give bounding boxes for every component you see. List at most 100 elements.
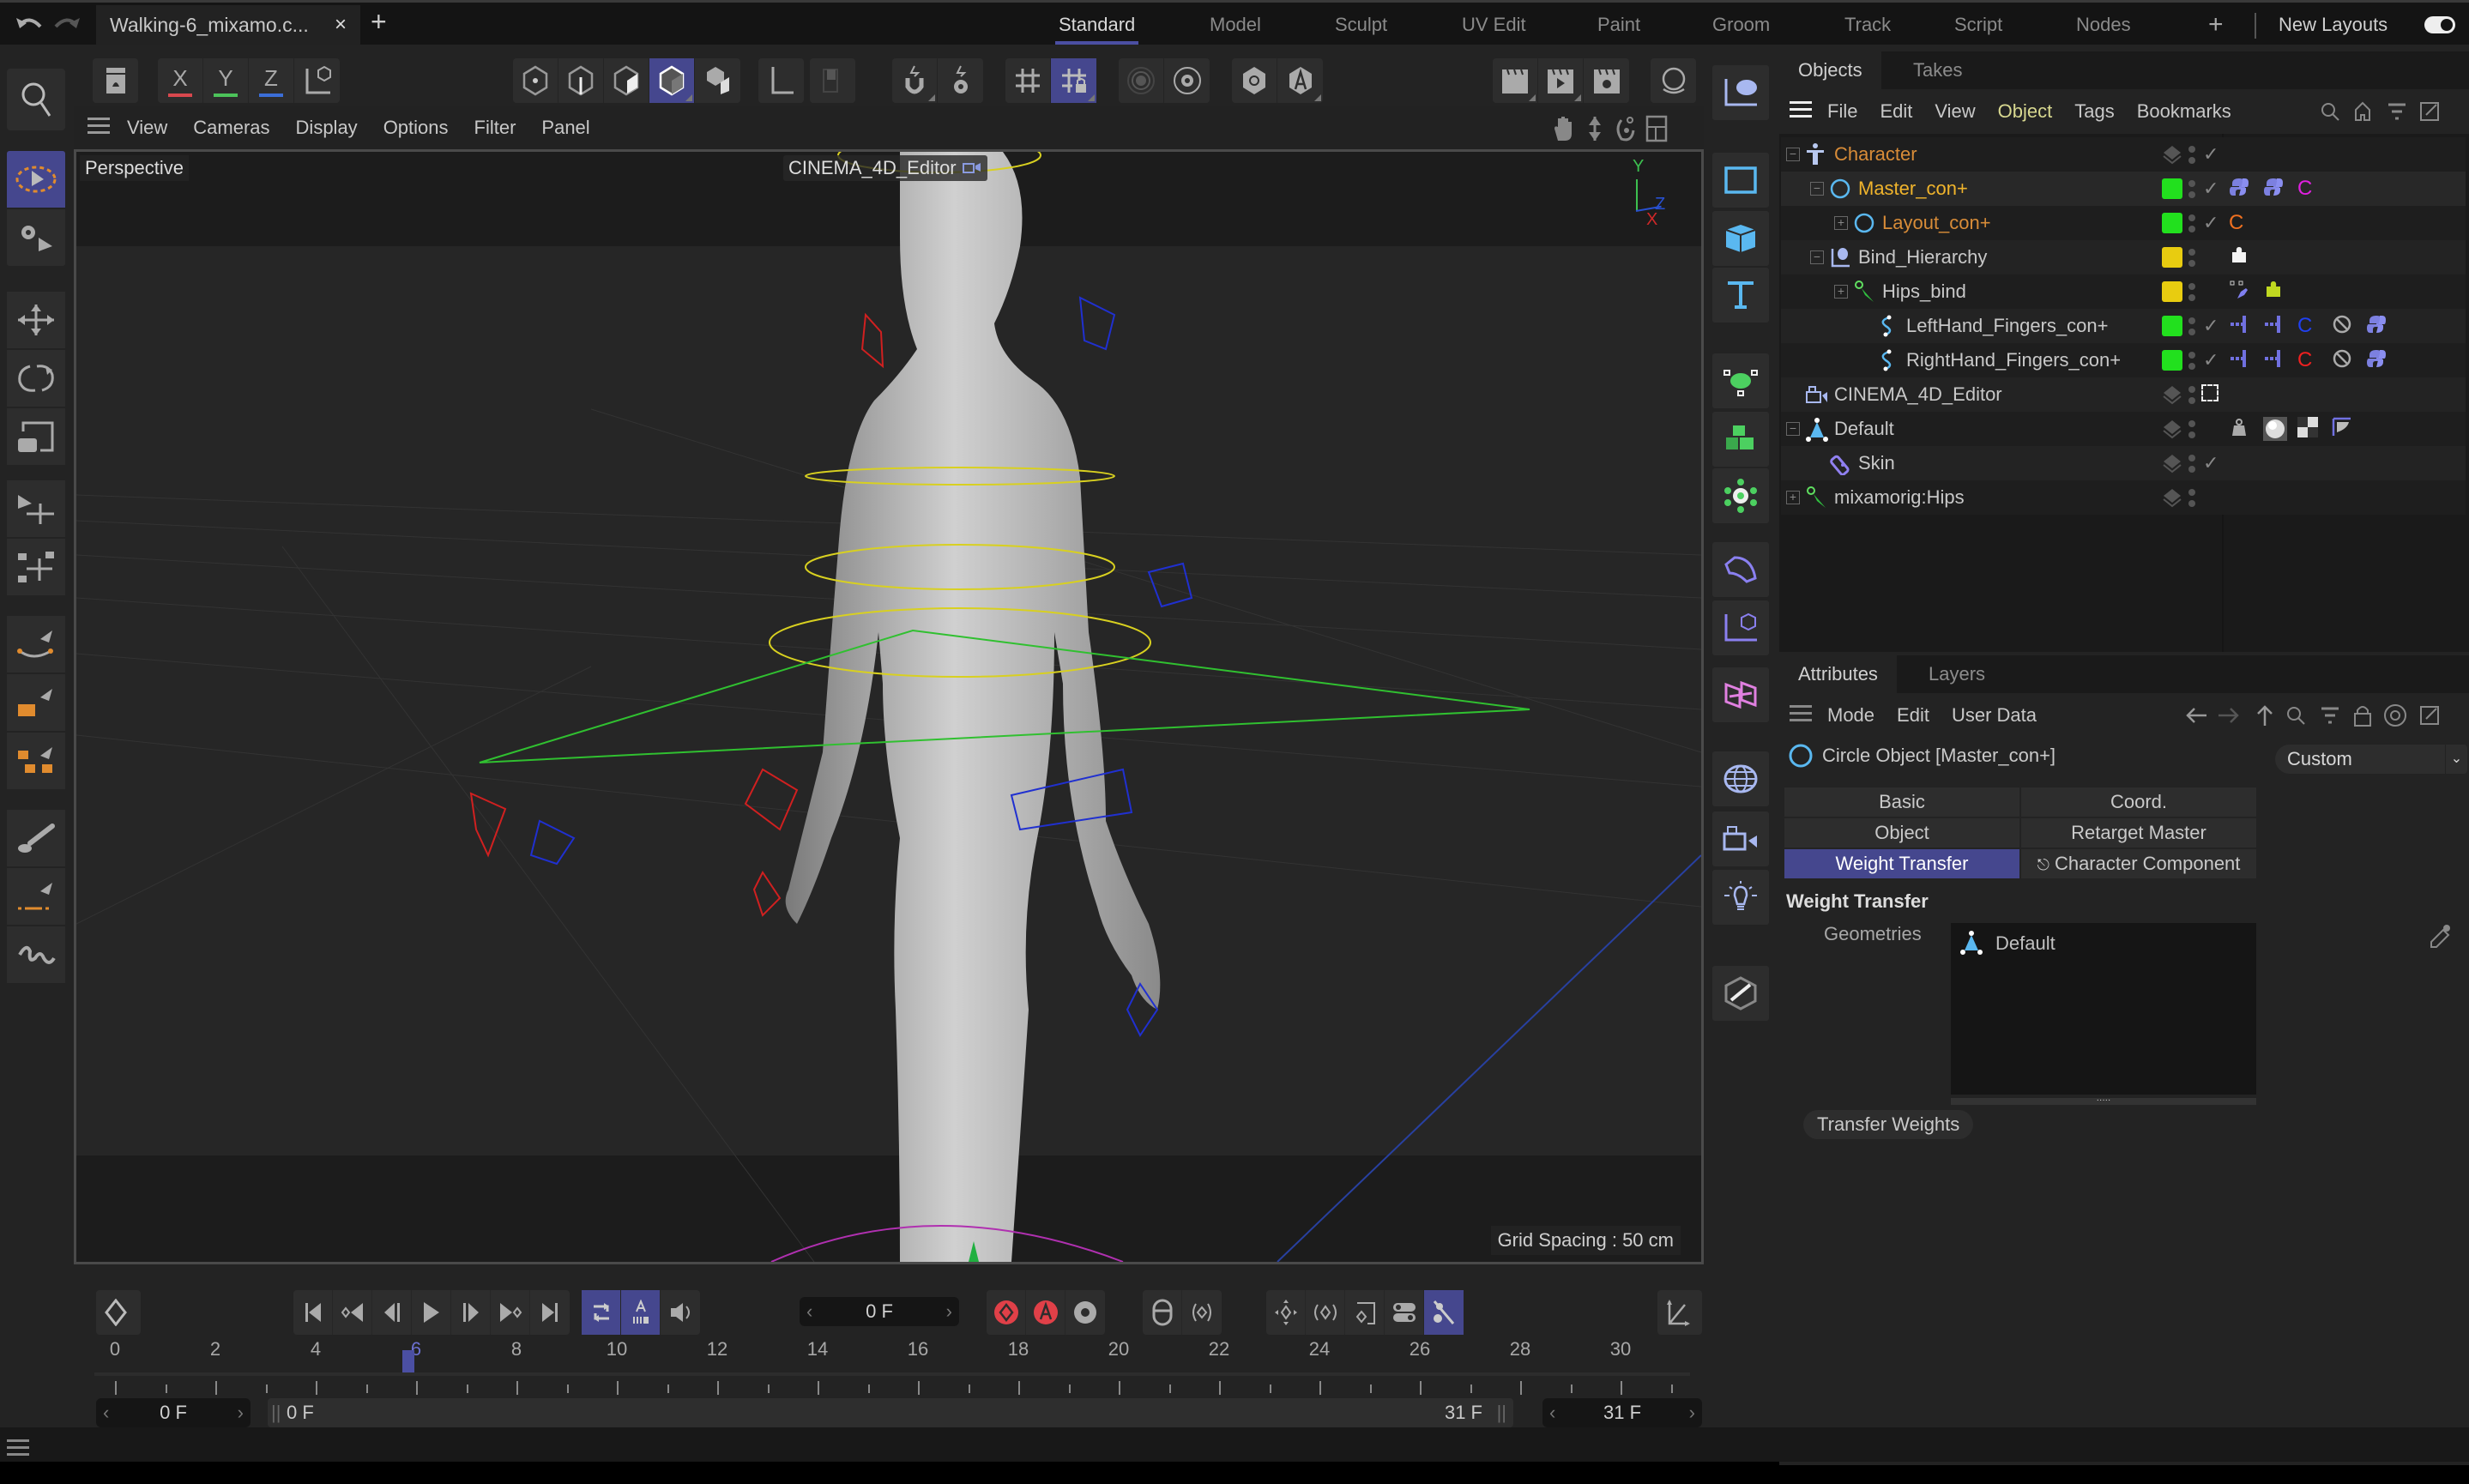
pan-view-icon[interactable] <box>1553 115 1575 148</box>
viewport-menu-options[interactable]: Options <box>383 117 449 139</box>
solo-settings-button[interactable] <box>1164 58 1210 103</box>
view-history-button[interactable] <box>93 58 138 103</box>
object-name[interactable]: Default <box>1834 412 1894 446</box>
spline-primitive-button[interactable] <box>1712 153 1769 208</box>
tab-objects[interactable]: Objects <box>1779 51 1881 89</box>
range-end-field[interactable]: ‹ 31 F › <box>1542 1398 1702 1427</box>
layer-icon[interactable] <box>2162 486 2182 521</box>
text-spline-button[interactable] <box>1712 268 1769 323</box>
tag-python-icon[interactable] <box>2366 348 2387 375</box>
render-picture-viewer-button[interactable] <box>1538 58 1584 103</box>
polygon-pen-tool[interactable] <box>7 674 65 731</box>
search-button[interactable] <box>7 69 65 130</box>
tag-constraint-icon[interactable] <box>2229 314 2249 341</box>
layer-color-swatch[interactable] <box>2162 213 2182 233</box>
eyedropper-icon[interactable] <box>2428 923 2452 955</box>
object-manager-hamburger-icon[interactable] <box>1790 100 1812 124</box>
snap-button[interactable] <box>892 58 938 103</box>
object-row[interactable]: Skin ✓ <box>1781 446 2466 480</box>
new-layouts-button[interactable]: New Layouts <box>2279 5 2388 45</box>
status-hamburger-icon[interactable] <box>7 1438 29 1461</box>
active-camera-label[interactable]: CINEMA_4D_Editor <box>783 155 987 181</box>
tab-attributes[interactable]: Attributes <box>1779 655 1897 693</box>
layer-color-swatch[interactable] <box>2162 350 2182 371</box>
workplane-button[interactable] <box>1005 58 1051 103</box>
am-new-window-icon[interactable] <box>2419 705 2440 731</box>
tag-python-icon[interactable] <box>2366 314 2387 341</box>
viewport-menu-view[interactable]: View <box>127 117 167 139</box>
camera-focus-icon[interactable] <box>2201 384 2218 401</box>
layer-color-swatch[interactable] <box>2162 178 2182 199</box>
am-filter-icon[interactable] <box>2320 705 2340 731</box>
edit-render-settings-button[interactable] <box>1712 966 1769 1021</box>
tag-C-red-icon[interactable]: C <box>2297 348 2312 372</box>
range-end-increment-icon[interactable]: › <box>1689 1398 1695 1427</box>
layout-tab-paint[interactable]: Paint <box>1597 5 1640 45</box>
enabled-check-icon[interactable]: ✓ <box>2203 172 2218 206</box>
tag-constraint-icon[interactable] <box>2229 348 2249 375</box>
tag-phong-icon[interactable] <box>2332 417 2352 443</box>
spline-pen-tool[interactable] <box>7 616 65 673</box>
tweak-mode-button[interactable] <box>810 58 855 103</box>
section-tab-coord[interactable]: Coord. <box>2021 787 2256 817</box>
viewport-menu-panel[interactable]: Panel <box>541 117 589 139</box>
section-tab-basic[interactable]: Basic <box>1784 787 2019 817</box>
am-hamburger-icon[interactable] <box>1790 703 1812 727</box>
cloner-button[interactable] <box>1712 412 1769 467</box>
object-row[interactable]: RightHand_Fingers_con+ ✓ C <box>1781 343 2466 377</box>
object-name[interactable]: Character <box>1834 137 1917 172</box>
lock-icon[interactable] <box>2352 703 2373 733</box>
viewport-menu-hamburger-icon[interactable] <box>88 116 110 140</box>
om-search-icon[interactable] <box>2320 101 2340 127</box>
expand-minus-icon[interactable]: − <box>1786 148 1800 161</box>
object-row[interactable]: + Hips_bind <box>1781 274 2466 309</box>
axis-y-toggle[interactable]: Y <box>203 58 249 103</box>
tag-forbidden-icon[interactable] <box>2332 314 2352 341</box>
range-right-handle[interactable]: || <box>1497 1398 1506 1427</box>
om-menu-file[interactable]: File <box>1827 100 1857 123</box>
coordinate-system-button[interactable] <box>294 58 340 103</box>
enabled-check-icon[interactable]: ✓ <box>2203 137 2218 172</box>
om-new-window-icon[interactable] <box>2419 101 2440 127</box>
move-tool[interactable] <box>7 292 65 348</box>
object-name[interactable]: Master_con+ <box>1858 172 1968 206</box>
range-end-decrement-icon[interactable]: ‹ <box>1549 1398 1555 1427</box>
field-button[interactable] <box>1712 600 1769 655</box>
environment-button[interactable] <box>1712 751 1769 806</box>
om-menu-tags[interactable]: Tags <box>2074 100 2114 123</box>
range-start-field[interactable]: ‹ 0 F › <box>96 1398 251 1427</box>
deformer-button[interactable] <box>1712 542 1769 597</box>
section-tab-object[interactable]: Object <box>1784 818 2019 848</box>
layout-tab-groom[interactable]: Groom <box>1712 5 1770 45</box>
rotate-tool[interactable] <box>7 350 65 407</box>
cube-primitive-button[interactable] <box>1712 211 1769 266</box>
tag-C-blue-icon[interactable]: C <box>2297 314 2312 338</box>
visibility-dots[interactable] <box>2188 486 2196 521</box>
layout-tab-model[interactable]: Model <box>1210 5 1261 45</box>
viewport-menu-display[interactable]: Display <box>296 117 358 139</box>
tab-takes[interactable]: Takes <box>1894 51 1981 89</box>
list-resize-handle[interactable]: ····· <box>1951 1096 2256 1105</box>
range-start-increment-icon[interactable]: › <box>238 1398 244 1427</box>
camera-view-label[interactable]: Perspective <box>80 155 189 181</box>
solo-button[interactable] <box>1119 58 1164 103</box>
object-row[interactable]: + Layout_con+ ✓ C <box>1781 206 2466 240</box>
axis-x-toggle[interactable]: X <box>158 58 203 103</box>
om-menu-edit[interactable]: Edit <box>1880 100 1912 123</box>
range-start-decrement-icon[interactable]: ‹ <box>103 1398 109 1427</box>
enabled-check-icon[interactable]: ✓ <box>2203 309 2218 343</box>
expand-plus-icon[interactable]: + <box>1834 285 1848 299</box>
object-row[interactable]: − Default <box>1781 412 2466 446</box>
zoom-view-icon[interactable] <box>1584 115 1606 148</box>
object-name[interactable]: RightHand_Fingers_con+ <box>1906 343 2121 377</box>
tag-puzzle-yellow-icon[interactable] <box>2263 280 2284 306</box>
material-preview-button[interactable] <box>1651 58 1696 103</box>
object-row[interactable]: CINEMA_4D_Editor <box>1781 377 2466 412</box>
geometries-list[interactable]: Default <box>1951 923 2256 1095</box>
object-name[interactable]: CINEMA_4D_Editor <box>1834 377 2002 412</box>
viewport-menu-filter[interactable]: Filter <box>474 117 516 139</box>
snap-settings-button[interactable] <box>938 58 983 103</box>
transfer-weights-button[interactable]: Transfer Weights <box>1803 1110 1974 1139</box>
null-object-button[interactable] <box>1712 65 1769 120</box>
tag-puzzle-white-icon[interactable] <box>2229 245 2249 272</box>
